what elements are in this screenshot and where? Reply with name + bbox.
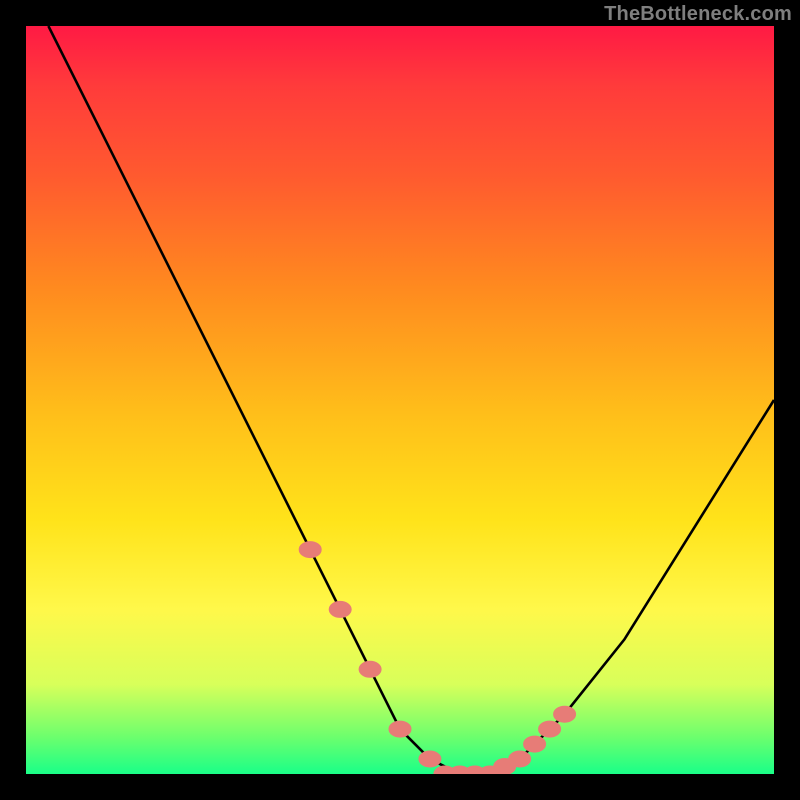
curve-marker	[539, 721, 561, 737]
curve-marker	[359, 661, 381, 677]
curve-marker	[524, 736, 546, 752]
watermark-text: TheBottleneck.com	[604, 3, 792, 26]
curve-layer	[26, 26, 774, 774]
curve-marker	[419, 751, 441, 767]
chart-stage: TheBottleneck.com	[0, 0, 800, 800]
curve-markers	[299, 542, 575, 774]
bottleneck-curve	[48, 26, 774, 774]
curve-marker	[389, 721, 411, 737]
curve-marker	[554, 706, 576, 722]
curve-marker	[299, 542, 321, 558]
curve-marker	[329, 601, 351, 617]
curve-marker	[509, 751, 531, 767]
